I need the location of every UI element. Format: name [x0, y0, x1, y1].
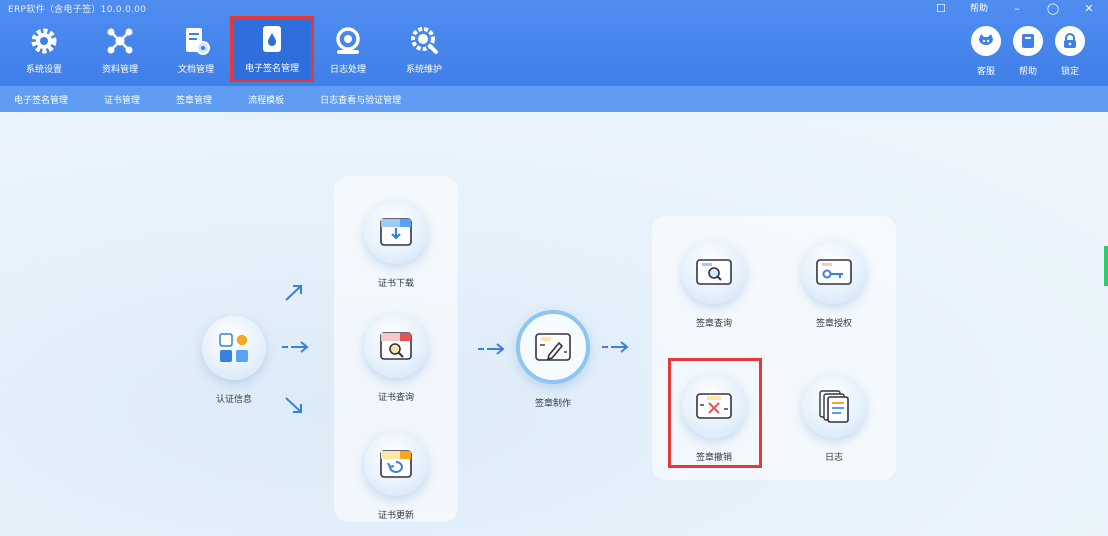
chat-icon[interactable]: ☐	[934, 2, 948, 16]
toolbar-data-management[interactable]: 资料管理	[84, 24, 156, 80]
toolbar-system-maintenance[interactable]: 系统维护	[388, 24, 460, 80]
box-return-icon	[364, 432, 428, 496]
book-icon	[1013, 26, 1043, 56]
toolbar-document-management[interactable]: 文档管理	[160, 24, 232, 80]
flow-node-log[interactable]: 日志	[796, 374, 872, 463]
arrow-right-icon	[602, 341, 629, 353]
card-pen-icon	[516, 310, 590, 384]
submenu-esign-management[interactable]: 电子签名管理	[14, 93, 68, 106]
customer-service-button[interactable]: 客服	[966, 26, 1006, 77]
lock-button[interactable]: 锁定	[1050, 26, 1090, 77]
arrow-down-right-icon	[285, 397, 302, 413]
water-drop-card-icon	[263, 26, 281, 52]
flow-node-seal-authorize[interactable]: 签章授权	[796, 240, 872, 329]
toolbar-label: 系统维护	[405, 65, 442, 75]
toolbar-label: 日志处理	[329, 65, 366, 75]
help-button[interactable]: 帮助	[1008, 26, 1048, 77]
gear-icon	[31, 28, 57, 54]
submenu-seal-management[interactable]: 签章管理	[176, 93, 212, 106]
flow-node-label: 签章查询	[695, 319, 732, 329]
card-search-icon	[682, 240, 746, 304]
window-controls: ☐ 帮助 – ◯ ✕	[934, 2, 1096, 16]
right-tool-label: 帮助	[1018, 67, 1037, 77]
toolbar-label: 文档管理	[177, 65, 214, 75]
restore-button[interactable]: ◯	[1046, 2, 1060, 16]
arrow-right-icon	[282, 341, 309, 353]
toolbar-label: 系统设置	[25, 65, 62, 75]
toolbar-label: 电子签名管理	[244, 64, 299, 74]
minimize-button[interactable]: –	[1010, 2, 1024, 16]
flow-node-label: 日志	[824, 453, 843, 463]
submenu-certificate-management[interactable]: 证书管理	[104, 93, 140, 106]
right-tool-label: 锁定	[1060, 67, 1079, 77]
apps-grid-icon	[202, 316, 266, 380]
toolbar-system-settings[interactable]: 系统设置	[8, 24, 80, 80]
submenu-flow-template[interactable]: 流程模板	[248, 93, 284, 106]
window-title: ERP软件（含电子签）10.0.0.00	[8, 5, 147, 15]
flow-node-label: 签章制作	[534, 399, 571, 409]
arrow-right-icon	[478, 343, 505, 355]
help-text-button[interactable]: 帮助	[970, 2, 988, 16]
close-button[interactable]: ✕	[1082, 2, 1096, 16]
box-search-icon	[364, 314, 428, 378]
lock-icon	[1055, 26, 1085, 56]
flow-node-seal-query[interactable]: 签章查询	[676, 240, 752, 329]
main-toolbar: ERP软件（含电子签）10.0.0.00 ☐ 帮助 – ◯ ✕ 系统设置 资料管…	[0, 0, 1108, 86]
arrow-up-right-icon	[285, 285, 302, 301]
magnifier-badge-icon	[336, 27, 360, 54]
revoke-highlight-box	[668, 358, 762, 468]
right-tool-label: 客服	[976, 67, 995, 77]
flow-node-label: 签章授权	[815, 319, 852, 329]
flow-node-cert-update[interactable]: 证书更新	[358, 432, 434, 521]
flow-node-auth-info[interactable]: 认证信息	[196, 316, 272, 405]
network-icon	[107, 28, 133, 54]
flow-node-label: 认证信息	[215, 395, 252, 405]
scroll-indicator[interactable]	[1104, 246, 1108, 286]
toolbar-label: 资料管理	[101, 65, 138, 75]
search-gear-icon	[411, 27, 438, 54]
flow-node-cert-query[interactable]: 证书查询	[358, 314, 434, 403]
card-key-icon	[802, 240, 866, 304]
toolbar-log-processing[interactable]: 日志处理	[312, 24, 384, 80]
flow-node-label: 证书下载	[377, 279, 414, 289]
cat-service-icon	[971, 26, 1001, 56]
flow-node-label: 证书更新	[377, 511, 414, 521]
flow-node-label: 证书查询	[377, 393, 414, 403]
box-download-icon	[364, 200, 428, 264]
flow-node-cert-download[interactable]: 证书下载	[358, 200, 434, 289]
submenu-log-verify[interactable]: 日志查看与验证管理	[320, 93, 401, 106]
flow-canvas: 认证信息 证书下载 证书查询 证书更新 签章制作 签章查询 签章授权 签章撤销 …	[0, 112, 1108, 536]
toolbar-esign-management[interactable]: 电子签名管理	[230, 16, 314, 82]
stacked-docs-icon	[802, 374, 866, 438]
sub-menu-bar: 电子签名管理 证书管理 签章管理 流程模板 日志查看与验证管理	[0, 86, 1108, 112]
flow-node-seal-making[interactable]: 签章制作	[508, 310, 598, 409]
document-settings-icon	[186, 28, 210, 55]
